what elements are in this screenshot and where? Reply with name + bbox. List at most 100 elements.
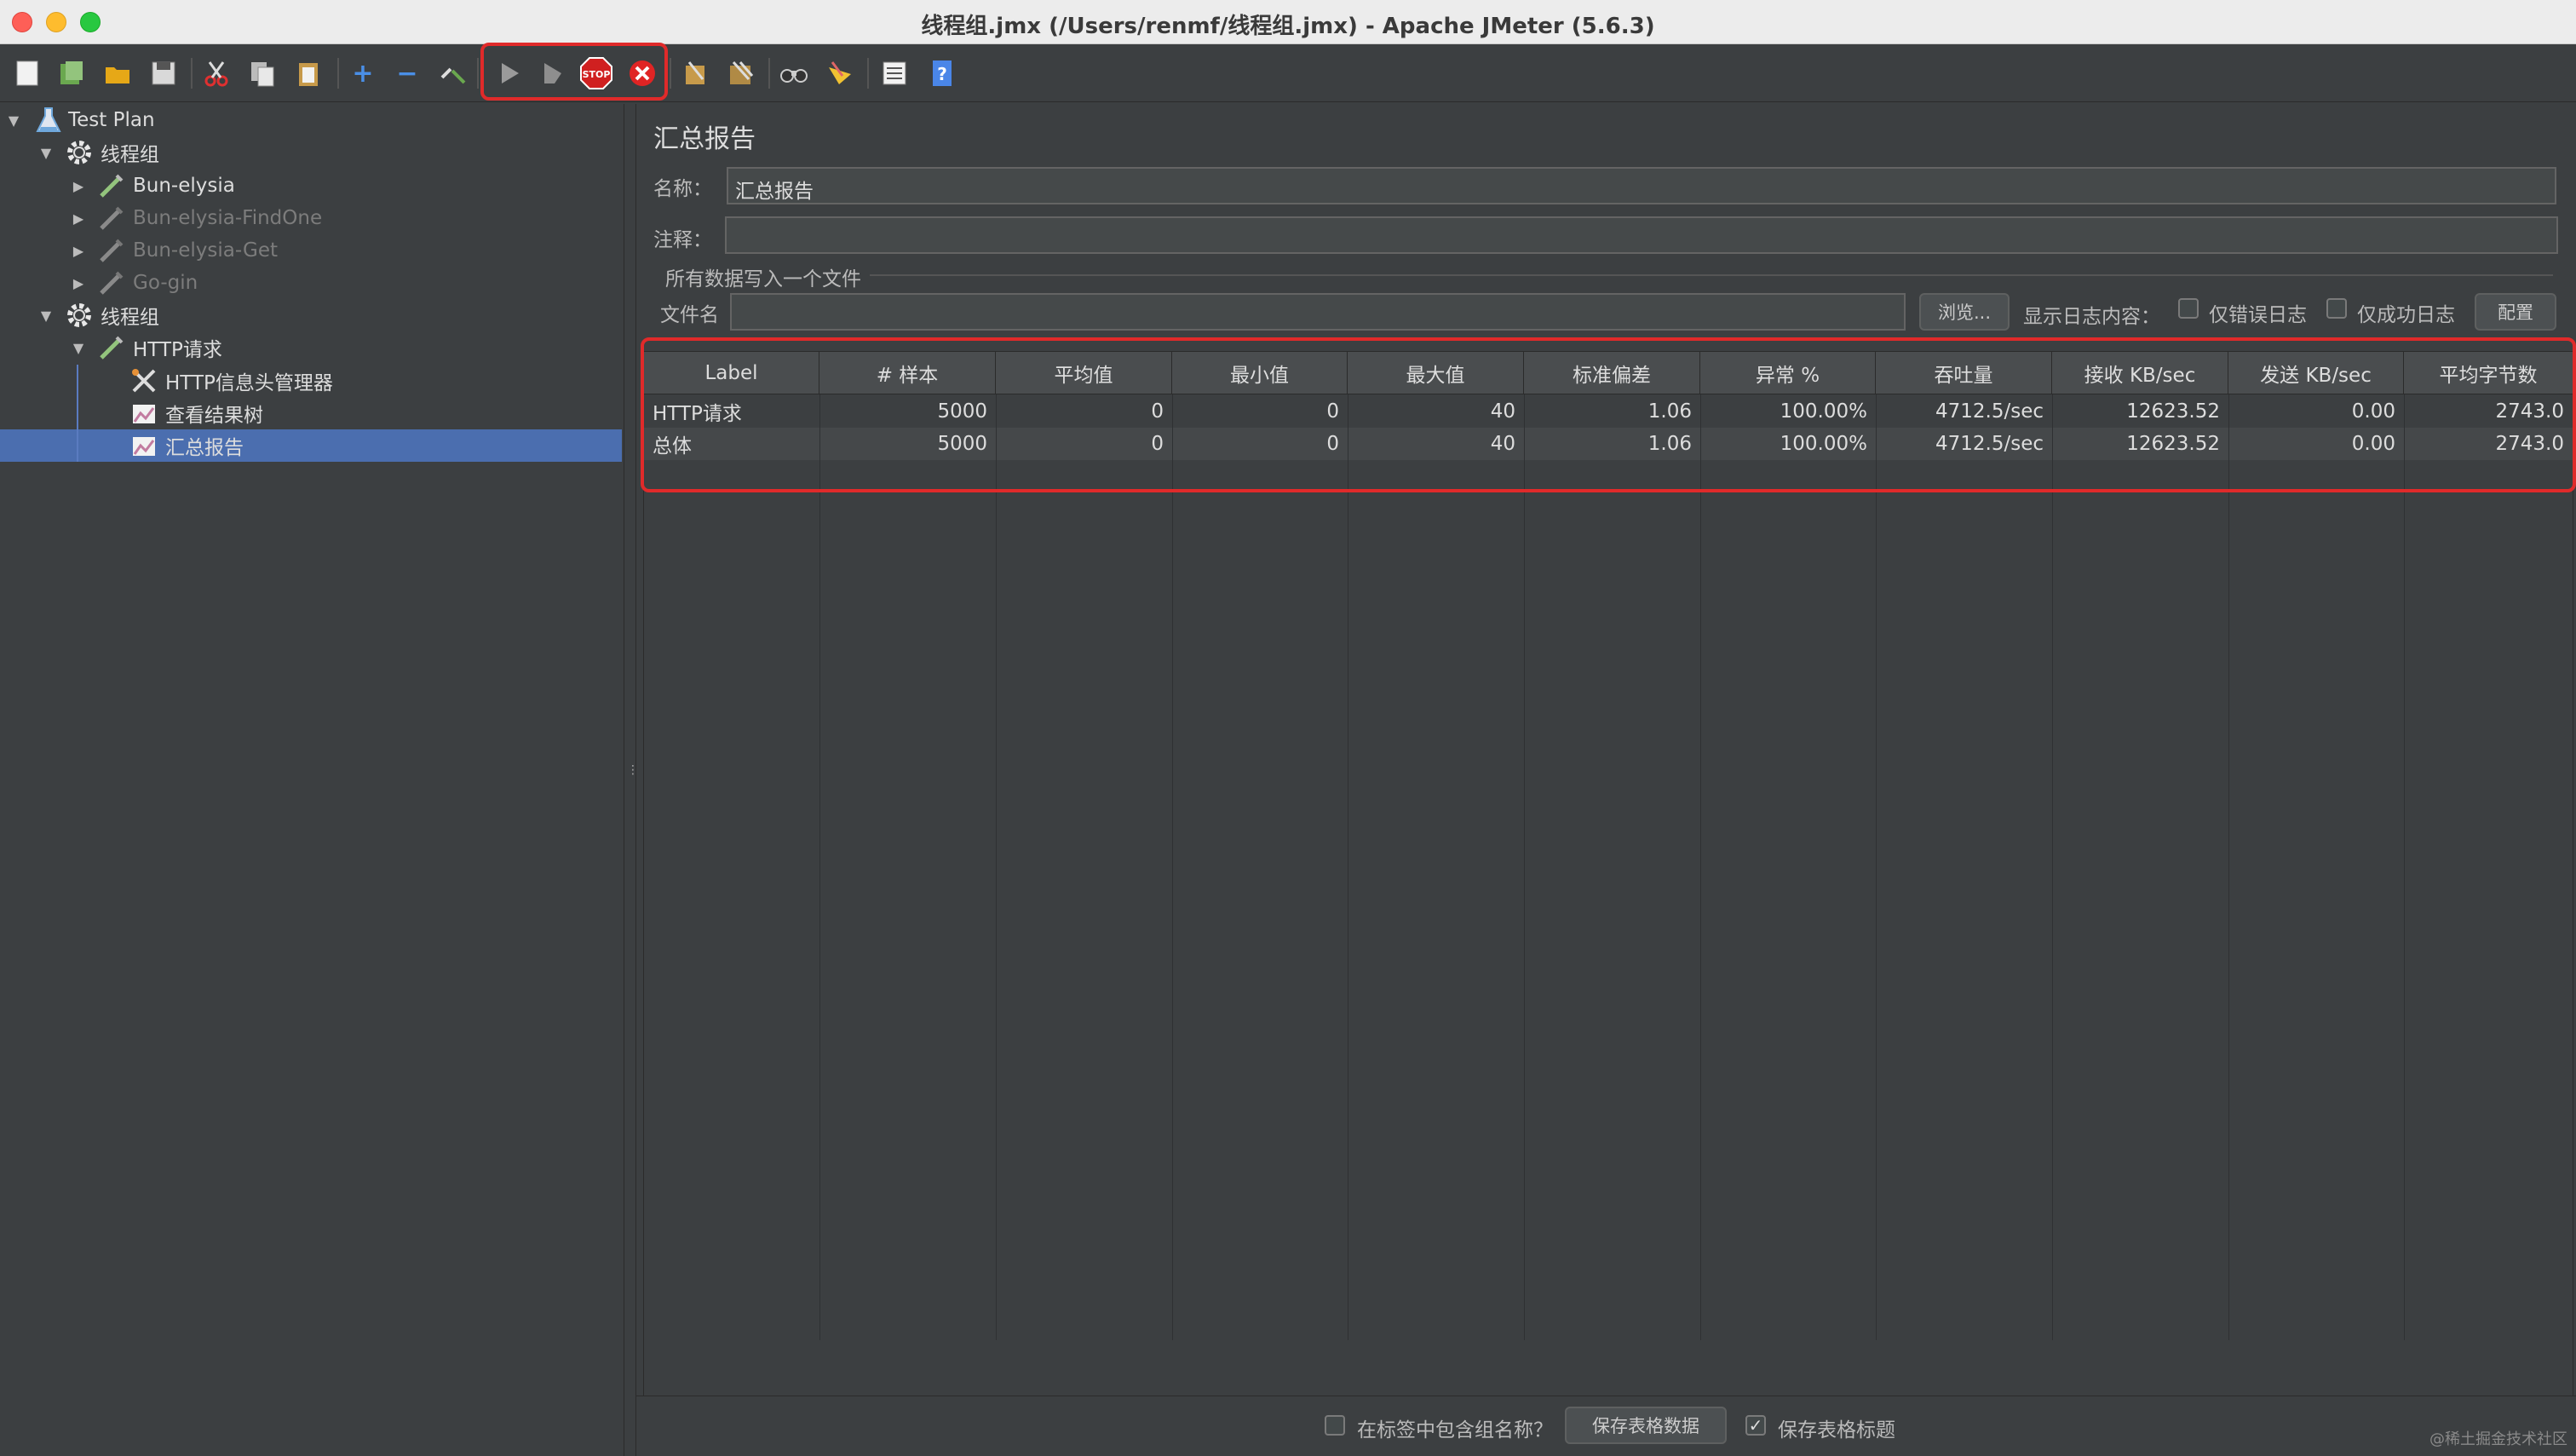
save-icon[interactable] — [147, 56, 181, 90]
gear-icon — [65, 138, 94, 167]
gear-icon — [65, 301, 94, 330]
pipette-icon — [97, 268, 126, 297]
column-divider — [819, 394, 820, 1340]
save-table-header-label: 保存表格标题 — [1778, 1419, 1895, 1442]
pipette-icon — [97, 204, 126, 233]
flask-icon — [34, 106, 63, 135]
tree-item-label: 线程组 — [101, 307, 159, 329]
tree-item-label: 线程组 — [101, 144, 159, 166]
clear-all-icon[interactable] — [724, 56, 758, 90]
tree-item-label: Test Plan — [68, 109, 155, 131]
success-only-checkbox[interactable] — [2326, 298, 2347, 319]
table-highlight-box — [641, 337, 2576, 492]
tree-item-bun-elysia-get[interactable]: ▶ Bun-elysia-Get — [0, 234, 622, 267]
errors-only-checkbox[interactable] — [2178, 298, 2199, 319]
chevron-down-icon[interactable]: ▼ — [70, 339, 87, 356]
filename-field[interactable] — [730, 293, 1906, 331]
summary-table: Label # 样本 平均值 最小值 最大值 标准偏差 异常 % 吞吐量 接收 … — [643, 351, 2573, 1456]
name-label: 名称： — [653, 178, 712, 200]
test-plan-tree: ▼ Test Plan ▼ 线程组 ▶ Bun-elysia ▶ Bun-ely… — [0, 104, 624, 1456]
function-helper-icon[interactable] — [877, 56, 911, 90]
expand-icon[interactable]: + — [346, 56, 380, 90]
file-group-label: 所有数据写入一个文件 — [665, 262, 870, 291]
run-controls-highlight — [480, 43, 668, 101]
tree-item-bun-elysia-findone[interactable]: ▶ Bun-elysia-FindOne — [0, 202, 622, 234]
column-divider — [1700, 394, 1701, 1340]
templates-icon[interactable] — [55, 56, 89, 90]
include-group-name-checkbox[interactable] — [1325, 1415, 1345, 1436]
chevron-right-icon[interactable]: ▶ — [70, 242, 87, 259]
chevron-right-icon[interactable]: ▶ — [70, 210, 87, 227]
tree-item-label: Bun-elysia-Get — [133, 239, 278, 262]
chevron-right-icon[interactable]: ▶ — [70, 274, 87, 291]
tree-item-label: HTTP信息头管理器 — [165, 372, 333, 394]
search-icon[interactable] — [777, 56, 811, 90]
tree-item-results-tree[interactable]: 查看结果树 — [0, 397, 622, 429]
errors-only-label: 仅错误日志 — [2209, 304, 2307, 326]
graph-icon — [129, 399, 158, 428]
clear-icon[interactable] — [678, 56, 712, 90]
tree-item-label: 汇总报告 — [165, 437, 244, 459]
toggle-icon[interactable] — [436, 56, 470, 90]
help-icon[interactable]: ? — [925, 56, 959, 90]
log-content-label: 显示日志内容： — [2023, 306, 2160, 328]
chevron-down-icon[interactable]: ▼ — [37, 144, 55, 161]
tree-item-label: Bun-elysia — [133, 175, 235, 197]
open-icon[interactable] — [101, 56, 135, 90]
pipette-icon — [97, 171, 126, 200]
copy-icon[interactable] — [245, 56, 279, 90]
success-only-label: 仅成功日志 — [2357, 304, 2455, 326]
toolbar-separator — [768, 58, 770, 89]
column-divider — [1172, 394, 1173, 1340]
pipette-icon — [97, 333, 126, 362]
file-group-border — [861, 274, 2553, 276]
collapse-icon[interactable]: − — [390, 56, 424, 90]
tree-item-label: HTTP请求 — [133, 339, 222, 361]
toolbar-separator — [191, 58, 193, 89]
name-field[interactable]: 汇总报告 — [727, 167, 2556, 204]
tree-item-go-gin[interactable]: ▶ Go-gin — [0, 267, 622, 299]
tree-item-thread-group-1[interactable]: ▼ 线程组 — [0, 136, 622, 169]
reset-search-icon[interactable] — [823, 56, 857, 90]
tree-item-header-manager[interactable]: HTTP信息头管理器 — [0, 365, 622, 397]
save-table-header-checkbox[interactable]: ✓ — [1745, 1415, 1766, 1436]
tree-item-bun-elysia[interactable]: ▶ Bun-elysia — [0, 170, 622, 202]
tree-item-label: Go-gin — [133, 272, 198, 294]
tree-item-http-request[interactable]: ▼ HTTP请求 — [0, 331, 622, 364]
chevron-down-icon[interactable]: ▼ — [5, 112, 22, 129]
column-divider — [2052, 394, 2053, 1340]
pipette-icon — [97, 236, 126, 265]
svg-text:?: ? — [937, 64, 947, 84]
column-divider — [1524, 394, 1525, 1340]
filename-label: 文件名 — [660, 304, 719, 326]
paste-icon[interactable] — [291, 56, 325, 90]
tree-item-summary-report[interactable]: 汇总报告 — [0, 429, 622, 462]
toolbar-separator — [337, 58, 339, 89]
tree-item-label: Bun-elysia-FindOne — [133, 207, 323, 229]
title-bar: 线程组.jmx (/Users/renmf/线程组.jmx) - Apache … — [0, 0, 2576, 44]
toolbar-separator — [477, 58, 479, 89]
splitter-grip-icon[interactable]: ⋮ — [627, 764, 639, 787]
summary-report-panel: 汇总报告 名称： 汇总报告 注释： 所有数据写入一个文件 文件名 浏览... 显… — [635, 104, 2576, 1456]
include-group-name-label: 在标签中包含组名称？ — [1357, 1419, 1553, 1442]
watermark: @稀土掘金技术社区 — [2429, 1430, 2567, 1448]
window-title: 线程组.jmx (/Users/renmf/线程组.jmx) - Apache … — [921, 14, 1655, 39]
configure-button[interactable]: 配置 — [2475, 293, 2556, 331]
tree-item-thread-group-2[interactable]: ▼ 线程组 — [0, 299, 622, 331]
column-divider — [1876, 394, 1877, 1340]
toolbar: + − STOP ? — [0, 44, 2576, 102]
column-divider — [2228, 394, 2229, 1340]
chevron-down-icon[interactable]: ▼ — [37, 307, 55, 324]
new-icon[interactable] — [10, 56, 44, 90]
column-divider — [996, 394, 997, 1340]
save-table-data-button[interactable]: 保存表格数据 — [1565, 1407, 1727, 1444]
toolbar-separator — [670, 58, 671, 89]
tree-item-test-plan[interactable]: ▼ Test Plan — [0, 104, 622, 136]
column-divider — [2404, 394, 2405, 1340]
graph-icon — [129, 431, 158, 460]
chevron-right-icon[interactable]: ▶ — [70, 177, 87, 194]
comment-field[interactable] — [725, 216, 2558, 254]
panel-title: 汇总报告 — [653, 124, 756, 154]
browse-button[interactable]: 浏览... — [1919, 293, 2010, 331]
cut-icon[interactable] — [199, 56, 233, 90]
